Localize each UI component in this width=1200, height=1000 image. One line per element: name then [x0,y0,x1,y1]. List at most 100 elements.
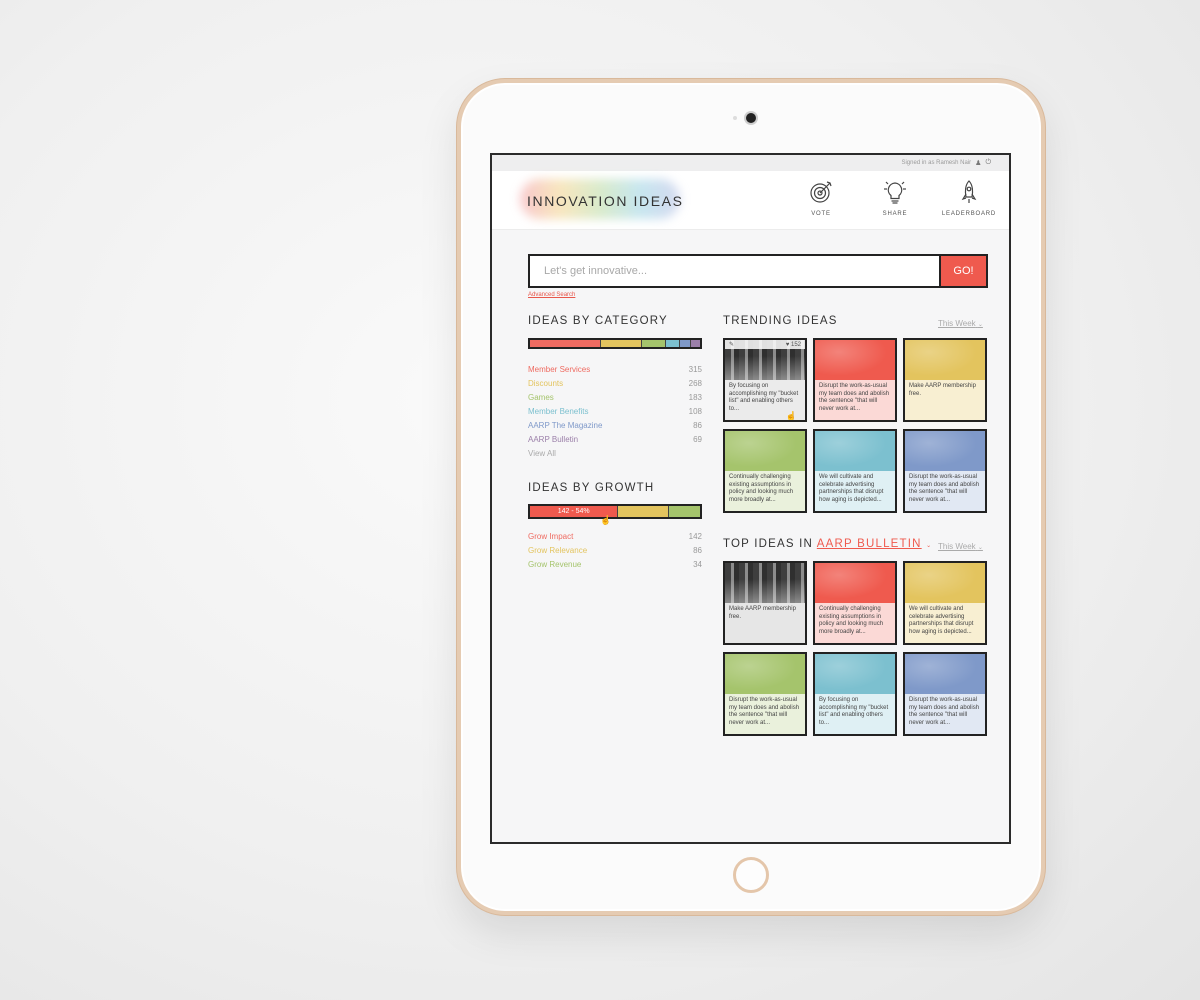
idea-card-text: By focusing on accomplishing my "bucket … [815,694,895,734]
target-icon [810,181,832,203]
idea-card-text: Make AARP membership free. [905,380,985,420]
idea-card-text: Disrupt the work-as-usual my team does a… [905,471,985,511]
like-count: 152 [790,341,801,348]
category-label: AARP The Magazine [528,421,603,430]
power-icon[interactable]: ⏻ [985,159,991,167]
top-ideas-title: TOP IDEAS IN AARP BULLETIN ⌄ [723,538,932,550]
idea-card-text: We will cultivate and celebrate advertis… [815,471,895,511]
growth-label: Grow Relevance [528,546,588,555]
category-stacked-bar[interactable] [528,338,702,349]
nav-leaderboard[interactable]: LEADERBOARD [941,179,997,217]
growth-title: IDEAS BY GROWTH [528,482,655,494]
category-row[interactable]: Games 183 [528,391,702,405]
category-label: Member Services [528,365,591,374]
idea-card-color-block [815,563,895,603]
growth-row[interactable]: Grow Relevance 86 [528,544,702,558]
nav-leaderboard-label: LEADERBOARD [941,211,997,217]
category-list: Member Services 315 Discounts 268 Games … [528,363,702,461]
category-count: 183 [688,393,702,402]
category-row[interactable]: AARP Bulletin 69 [528,433,702,447]
category-segment-member-benefits[interactable] [665,340,680,347]
idea-card-color-block [905,563,985,603]
nav-share[interactable]: SHARE [871,179,919,217]
chevron-down-icon[interactable]: ⌄ [926,543,932,549]
chevron-down-icon: ⌄ [977,545,983,551]
growth-label: Grow Impact [528,532,574,541]
trending-filter-label: This Week [938,319,976,328]
user-icon[interactable]: ♟ [975,159,981,167]
idea-card[interactable]: Disrupt the work-as-usual my team does a… [723,652,807,736]
growth-stacked-bar[interactable]: 142 - 54% [528,504,702,519]
growth-count: 142 [688,532,702,541]
pointer-cursor-icon: ☝ [785,411,797,421]
idea-card[interactable]: Make AARP membership free. [723,561,807,645]
idea-card[interactable]: Disrupt the work-as-usual my team does a… [813,338,897,422]
growth-count: 86 [693,546,702,555]
category-count: 108 [688,407,702,416]
edit-icon[interactable]: ✎ [729,341,734,348]
app-header: INNOVATION IDEAS VOTE SHARE LEADERBOARD [492,171,1009,230]
category-label: Discounts [528,379,564,388]
category-row[interactable]: Member Benefits 108 [528,405,702,419]
nav-vote[interactable]: VOTE [797,179,845,217]
top-ideas-category-link[interactable]: AARP BULLETIN [817,538,922,550]
category-segment-the-magazine[interactable] [679,340,692,347]
category-count: 268 [688,379,702,388]
idea-card-color-block [815,654,895,694]
trending-grid: ✎ ♥ 152 By focusing on accomplishing my "b… [723,338,987,513]
search-input[interactable]: Let's get innovative... [530,256,939,286]
idea-card-text: Disrupt the work-as-usual my team does a… [725,694,805,734]
growth-list: Grow Impact 142 Grow Relevance 86 Grow R… [528,530,702,572]
category-segment-games[interactable] [642,340,666,347]
idea-card-photo: ✎ ♥ 152 [725,340,805,380]
idea-card-color-block [905,340,985,380]
category-title: IDEAS BY CATEGORY [528,315,668,327]
idea-card[interactable]: We will cultivate and celebrate advertis… [813,429,897,513]
category-segment-discounts[interactable] [601,340,643,347]
logo[interactable]: INNOVATION IDEAS [527,193,684,209]
category-row[interactable]: AARP The Magazine 86 [528,419,702,433]
idea-card[interactable]: Continually challenging existing assumpt… [723,429,807,513]
like-control[interactable]: ♥ 152 [786,342,801,348]
idea-card-text: We will cultivate and celebrate advertis… [905,603,985,643]
idea-card[interactable]: ✎ ♥ 152 By focusing on accomplishing my "b… [723,338,807,422]
home-button[interactable] [733,857,769,893]
idea-card-photo [725,563,805,603]
idea-card-color-block [815,431,895,471]
advanced-search-link[interactable]: Advanced Search [528,292,575,298]
growth-row[interactable]: Grow Revenue 34 [528,558,702,572]
search-box: Let's get innovative... GO! [528,254,988,288]
trending-filter-dropdown[interactable]: This Week ⌄ [938,319,983,328]
category-count: 69 [693,435,702,444]
growth-segment-revenue[interactable] [669,506,700,517]
category-row[interactable]: Discounts 268 [528,377,702,391]
growth-segment-relevance[interactable] [618,506,670,517]
app-screen: Signed in as Ramesh Nair ♟ ⏻ INNOVATION … [490,153,1011,844]
pointer-cursor-icon: ☝ [600,515,612,525]
rocket-icon [961,180,977,203]
category-segment-member-services[interactable] [530,340,602,347]
growth-label: Grow Revenue [528,560,582,569]
category-count: 86 [693,421,702,430]
trending-title: TRENDING IDEAS [723,315,838,327]
idea-card[interactable]: By focusing on accomplishing my "bucket … [813,652,897,736]
idea-card-color-block [815,340,895,380]
growth-row[interactable]: Grow Impact 142 [528,530,702,544]
idea-card[interactable]: Disrupt the work-as-usual my team does a… [903,429,987,513]
idea-card[interactable]: Make AARP membership free. [903,338,987,422]
category-label: Games [528,393,554,402]
camera-icon [746,113,756,123]
idea-card[interactable]: Continually challenging existing assumpt… [813,561,897,645]
sensor-dot [733,116,737,120]
idea-card[interactable]: We will cultivate and celebrate advertis… [903,561,987,645]
view-all-link[interactable]: View All [528,447,702,461]
top-filter-label: This Week [938,542,976,551]
category-label: Member Benefits [528,407,589,416]
go-button[interactable]: GO! [939,256,986,286]
idea-card[interactable]: Disrupt the work-as-usual my team does a… [903,652,987,736]
category-count: 315 [688,365,702,374]
category-segment-bulletin[interactable] [691,340,700,347]
category-row[interactable]: Member Services 315 [528,363,702,377]
top-filter-dropdown[interactable]: This Week ⌄ [938,542,983,551]
idea-card-text: Continually challenging existing assumpt… [725,471,805,511]
